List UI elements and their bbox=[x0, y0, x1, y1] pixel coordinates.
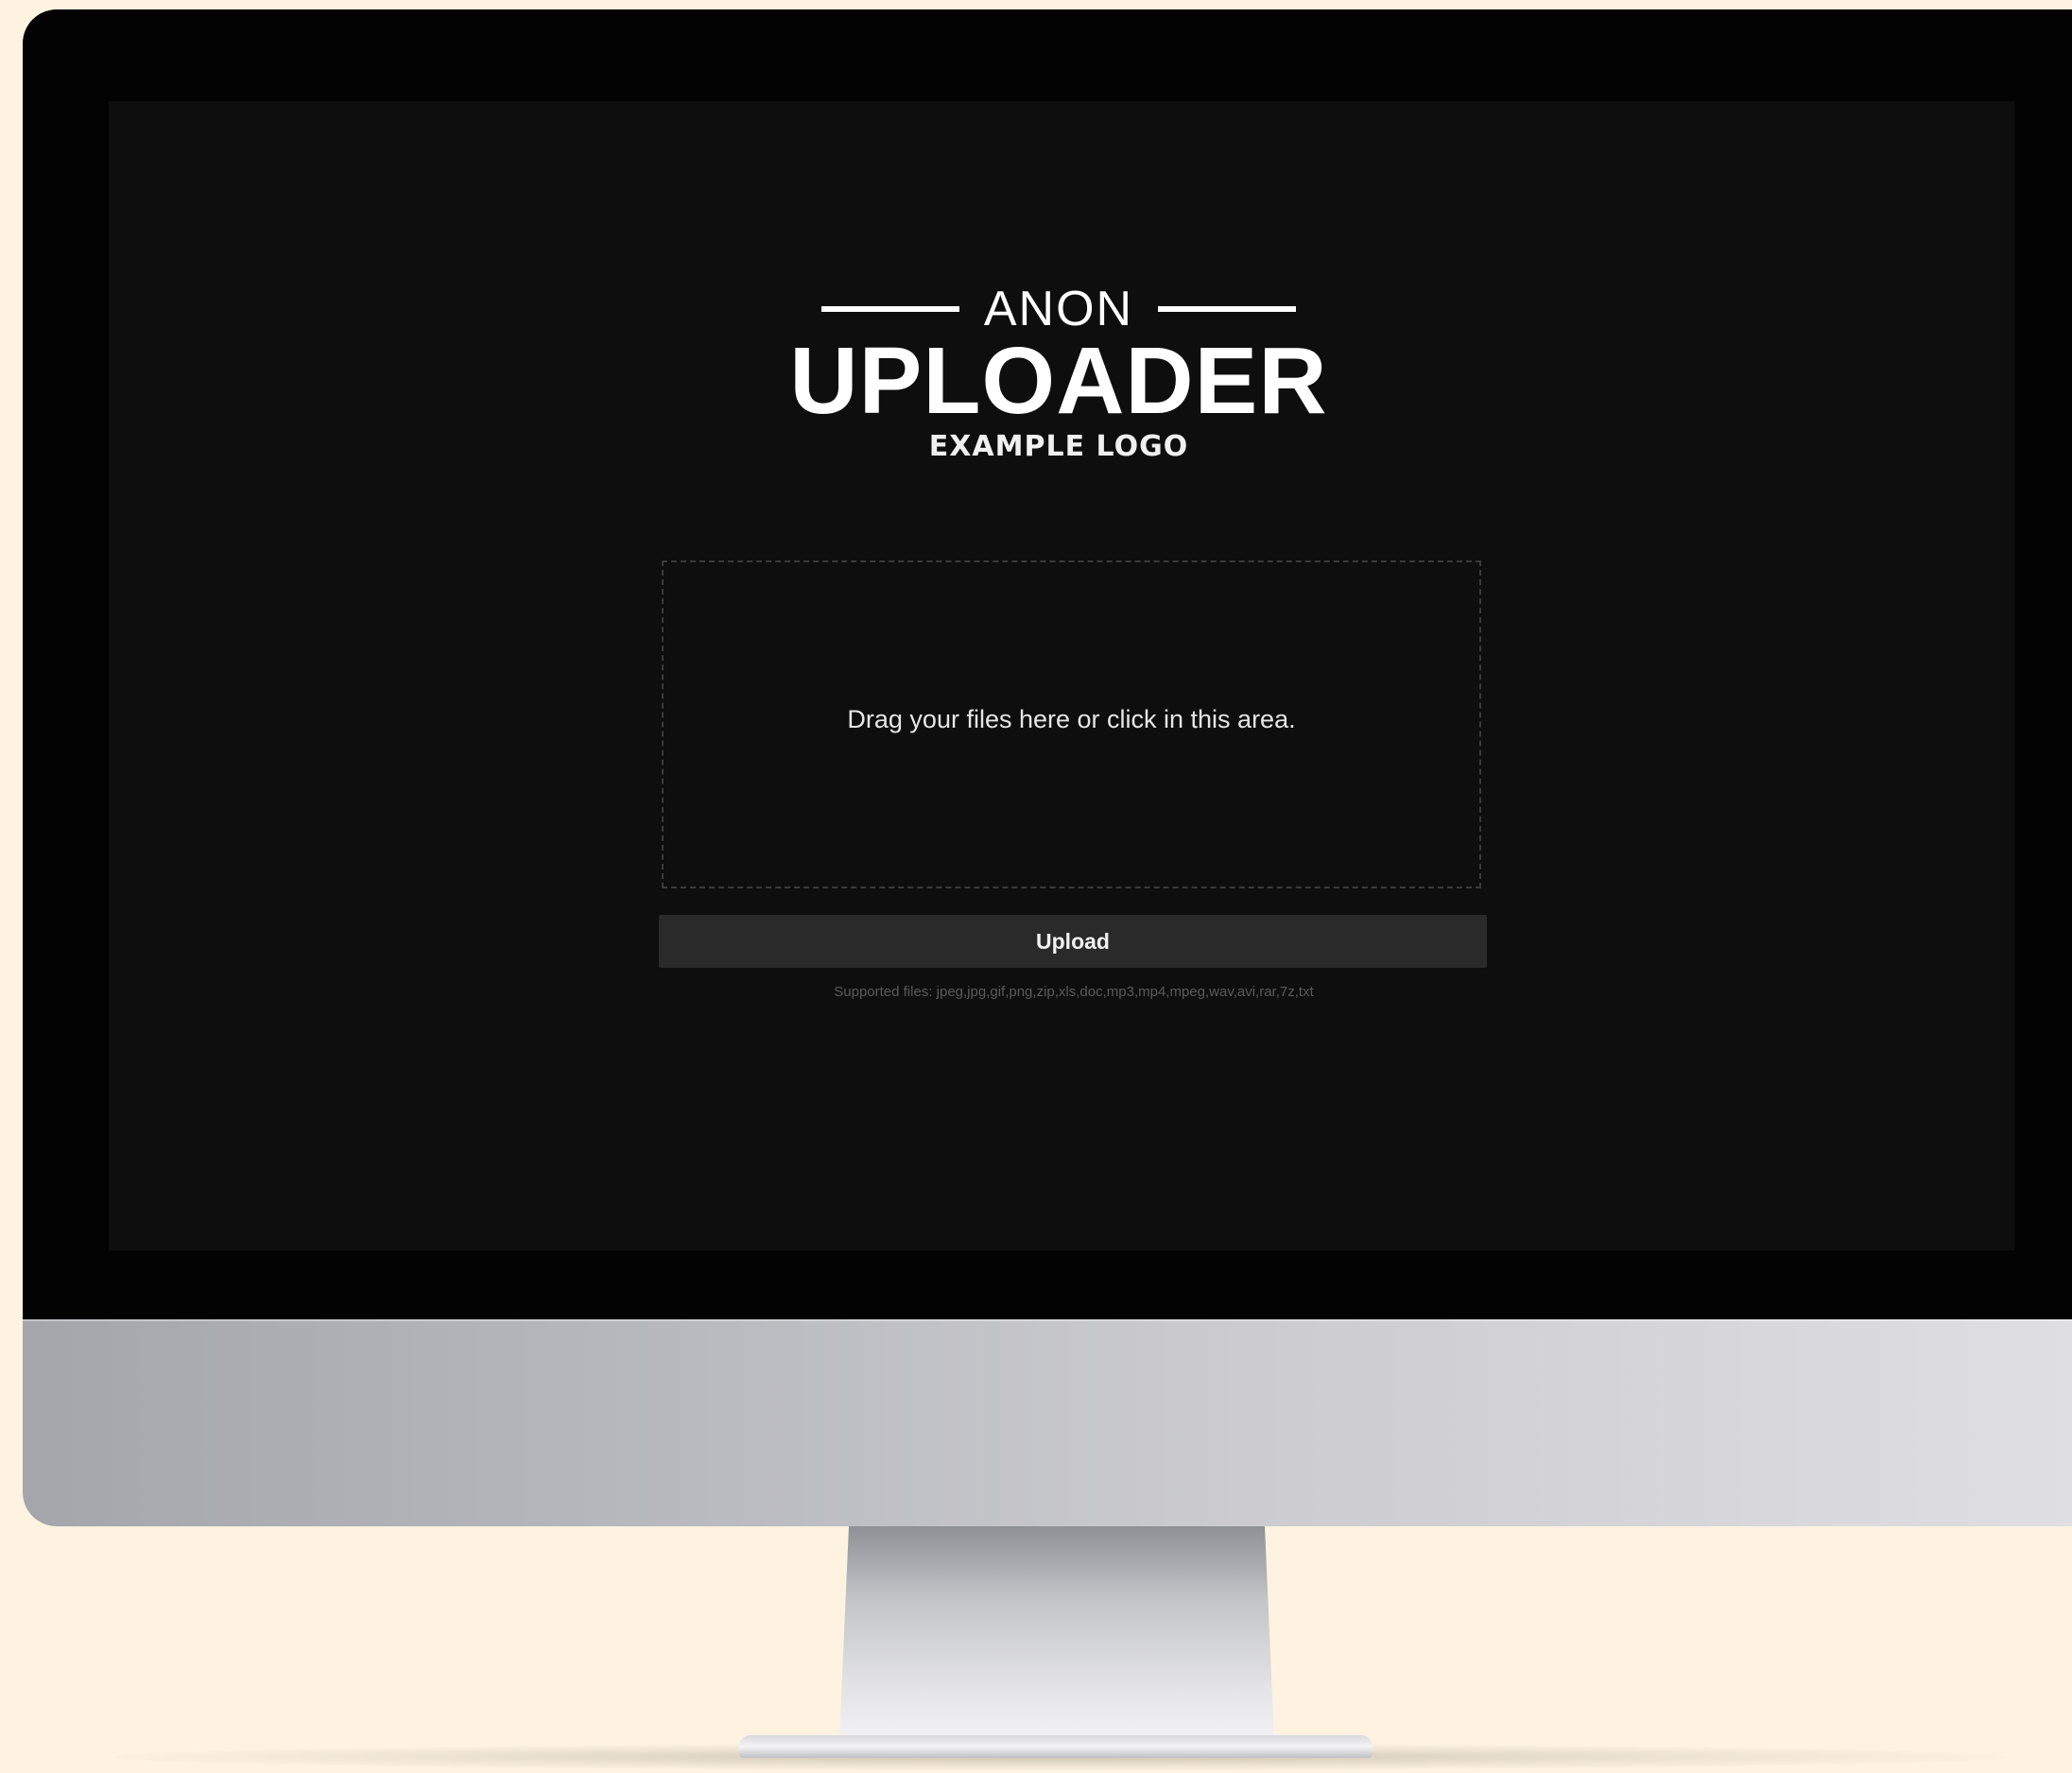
monitor-stand-base bbox=[739, 1735, 1373, 1758]
upload-button[interactable]: Upload bbox=[659, 915, 1487, 968]
logo-rule-left bbox=[820, 306, 959, 312]
supported-files-text: Supported files: jpeg,jpg,gif,png,zip,xl… bbox=[834, 984, 1314, 1000]
dropzone-text: Drag your files here or click in this ar… bbox=[847, 705, 1296, 733]
logo-main-word: UPLOADER bbox=[789, 328, 1328, 434]
monitor-bezel: ANON UPLOADER EXAMPLE LOGO Drag your fil… bbox=[23, 9, 2072, 1319]
monitor-chin bbox=[23, 1319, 2072, 1526]
screen: ANON UPLOADER EXAMPLE LOGO Drag your fil… bbox=[109, 101, 2014, 1250]
file-dropzone[interactable]: Drag your files here or click in this ar… bbox=[662, 560, 1481, 888]
monitor: ANON UPLOADER EXAMPLE LOGO Drag your fil… bbox=[23, 9, 2072, 1526]
monitor-stand-neck bbox=[839, 1526, 1274, 1739]
logo-rule-right bbox=[1158, 306, 1297, 312]
logo-sub-word: EXAMPLE LOGO bbox=[928, 430, 1189, 463]
logo: ANON UPLOADER EXAMPLE LOGO bbox=[775, 281, 1342, 470]
